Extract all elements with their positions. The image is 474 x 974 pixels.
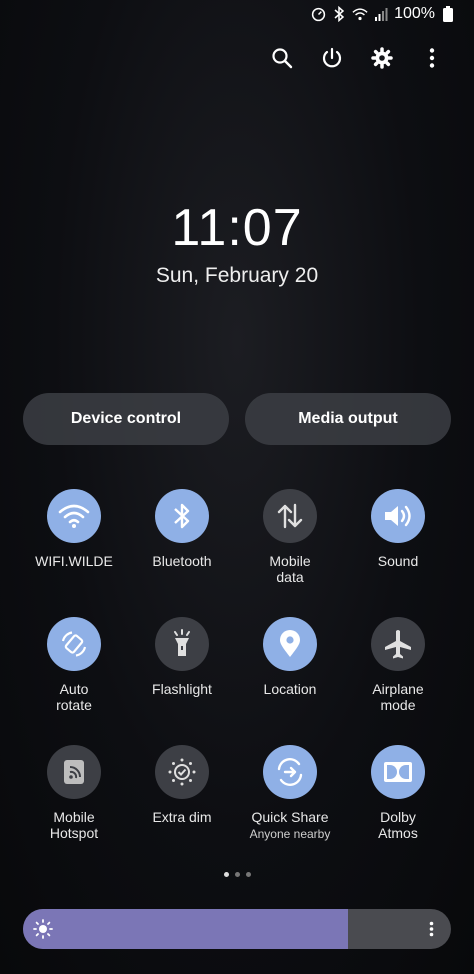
quick-share-icon bbox=[277, 758, 303, 786]
dolby-atmos-toggle[interactable] bbox=[371, 745, 425, 799]
brightness-slider-fill bbox=[23, 909, 349, 949]
tile-label: Location bbox=[263, 681, 317, 697]
status-bar: 100% bbox=[310, 4, 456, 24]
tile-label: Airplane mode bbox=[372, 681, 424, 713]
more-icon bbox=[429, 48, 435, 68]
data-saver-icon bbox=[310, 6, 326, 22]
search-button[interactable] bbox=[268, 44, 296, 72]
bluetooth-icon bbox=[331, 6, 347, 22]
wifi-icon bbox=[352, 6, 368, 22]
sound-toggle[interactable] bbox=[371, 489, 425, 543]
flashlight-toggle[interactable] bbox=[155, 617, 209, 671]
tile-label: Dolby Atmos bbox=[378, 809, 418, 841]
search-icon bbox=[272, 48, 293, 69]
power-button[interactable] bbox=[318, 44, 346, 72]
page-indicator bbox=[0, 872, 474, 877]
bluetooth-icon bbox=[174, 503, 190, 529]
bluetooth-toggle[interactable] bbox=[155, 489, 209, 543]
tile-dolby-atmos: Dolby Atmos bbox=[344, 745, 452, 841]
clock-date[interactable]: Sun, February 20 bbox=[0, 264, 474, 288]
sound-icon bbox=[385, 505, 411, 527]
mobile-data-toggle[interactable] bbox=[263, 489, 317, 543]
tile-wifi: WIFI.WILDE bbox=[20, 489, 128, 569]
dolby-icon bbox=[384, 762, 412, 782]
power-icon bbox=[322, 47, 342, 68]
more-options-button[interactable] bbox=[418, 44, 446, 72]
extra-dim-icon bbox=[168, 758, 196, 786]
tile-bluetooth: Bluetooth bbox=[128, 489, 236, 569]
tile-label: Quick Share bbox=[251, 809, 329, 825]
tile-label: Auto rotate bbox=[56, 681, 92, 713]
location-icon bbox=[280, 630, 300, 657]
page-dot[interactable] bbox=[234, 872, 240, 877]
auto-rotate-toggle[interactable] bbox=[47, 617, 101, 671]
brightness-icon bbox=[33, 919, 53, 939]
tile-extra-dim: Extra dim bbox=[128, 745, 236, 825]
tile-flashlight: Flashlight bbox=[128, 617, 236, 697]
tile-label: Mobile Hotspot bbox=[49, 809, 99, 841]
quick-panel-actions bbox=[268, 44, 446, 72]
brightness-slider[interactable] bbox=[23, 909, 451, 949]
settings-button[interactable] bbox=[368, 44, 396, 72]
tile-auto-rotate: Auto rotate bbox=[20, 617, 128, 713]
clock-time[interactable]: 11:07 bbox=[0, 198, 474, 258]
battery-text: 100% bbox=[394, 5, 435, 22]
tile-airplane-mode: Airplane mode bbox=[344, 617, 452, 713]
brightness-more-button[interactable] bbox=[421, 918, 441, 940]
tile-quick-share: Quick Share Anyone nearby bbox=[236, 745, 344, 841]
tile-location: Location bbox=[236, 617, 344, 697]
tile-label: WIFI.WILDE bbox=[35, 553, 113, 569]
auto-rotate-icon bbox=[61, 631, 87, 657]
mobile-hotspot-toggle[interactable] bbox=[47, 745, 101, 799]
device-control-button[interactable]: Device control bbox=[23, 393, 229, 445]
more-icon bbox=[429, 921, 433, 937]
tile-sublabel: Anyone nearby bbox=[249, 827, 331, 841]
tile-label: Bluetooth bbox=[152, 553, 212, 569]
extra-dim-toggle[interactable] bbox=[155, 745, 209, 799]
media-output-button[interactable]: Media output bbox=[245, 393, 451, 445]
tile-label: Sound bbox=[377, 553, 419, 569]
tile-label: Mobile data bbox=[269, 553, 311, 585]
wifi-icon bbox=[58, 504, 90, 528]
wifi-toggle[interactable] bbox=[47, 489, 101, 543]
page-dot[interactable] bbox=[245, 872, 251, 877]
airplane-icon bbox=[385, 630, 411, 659]
hotspot-icon bbox=[64, 760, 84, 784]
tile-label: Flashlight bbox=[152, 681, 212, 697]
signal-icon bbox=[373, 6, 389, 22]
airplane-mode-toggle[interactable] bbox=[371, 617, 425, 671]
mobile-data-icon bbox=[277, 503, 303, 529]
settings-icon bbox=[371, 47, 393, 69]
tile-mobile-hotspot: Mobile Hotspot bbox=[20, 745, 128, 841]
location-toggle[interactable] bbox=[263, 617, 317, 671]
quick-share-toggle[interactable] bbox=[263, 745, 317, 799]
battery-icon bbox=[440, 6, 456, 22]
tile-label: Extra dim bbox=[152, 809, 212, 825]
tile-sound: Sound bbox=[344, 489, 452, 569]
tile-mobile-data: Mobile data bbox=[236, 489, 344, 585]
flashlight-icon bbox=[174, 629, 190, 656]
page-dot[interactable] bbox=[223, 872, 229, 877]
